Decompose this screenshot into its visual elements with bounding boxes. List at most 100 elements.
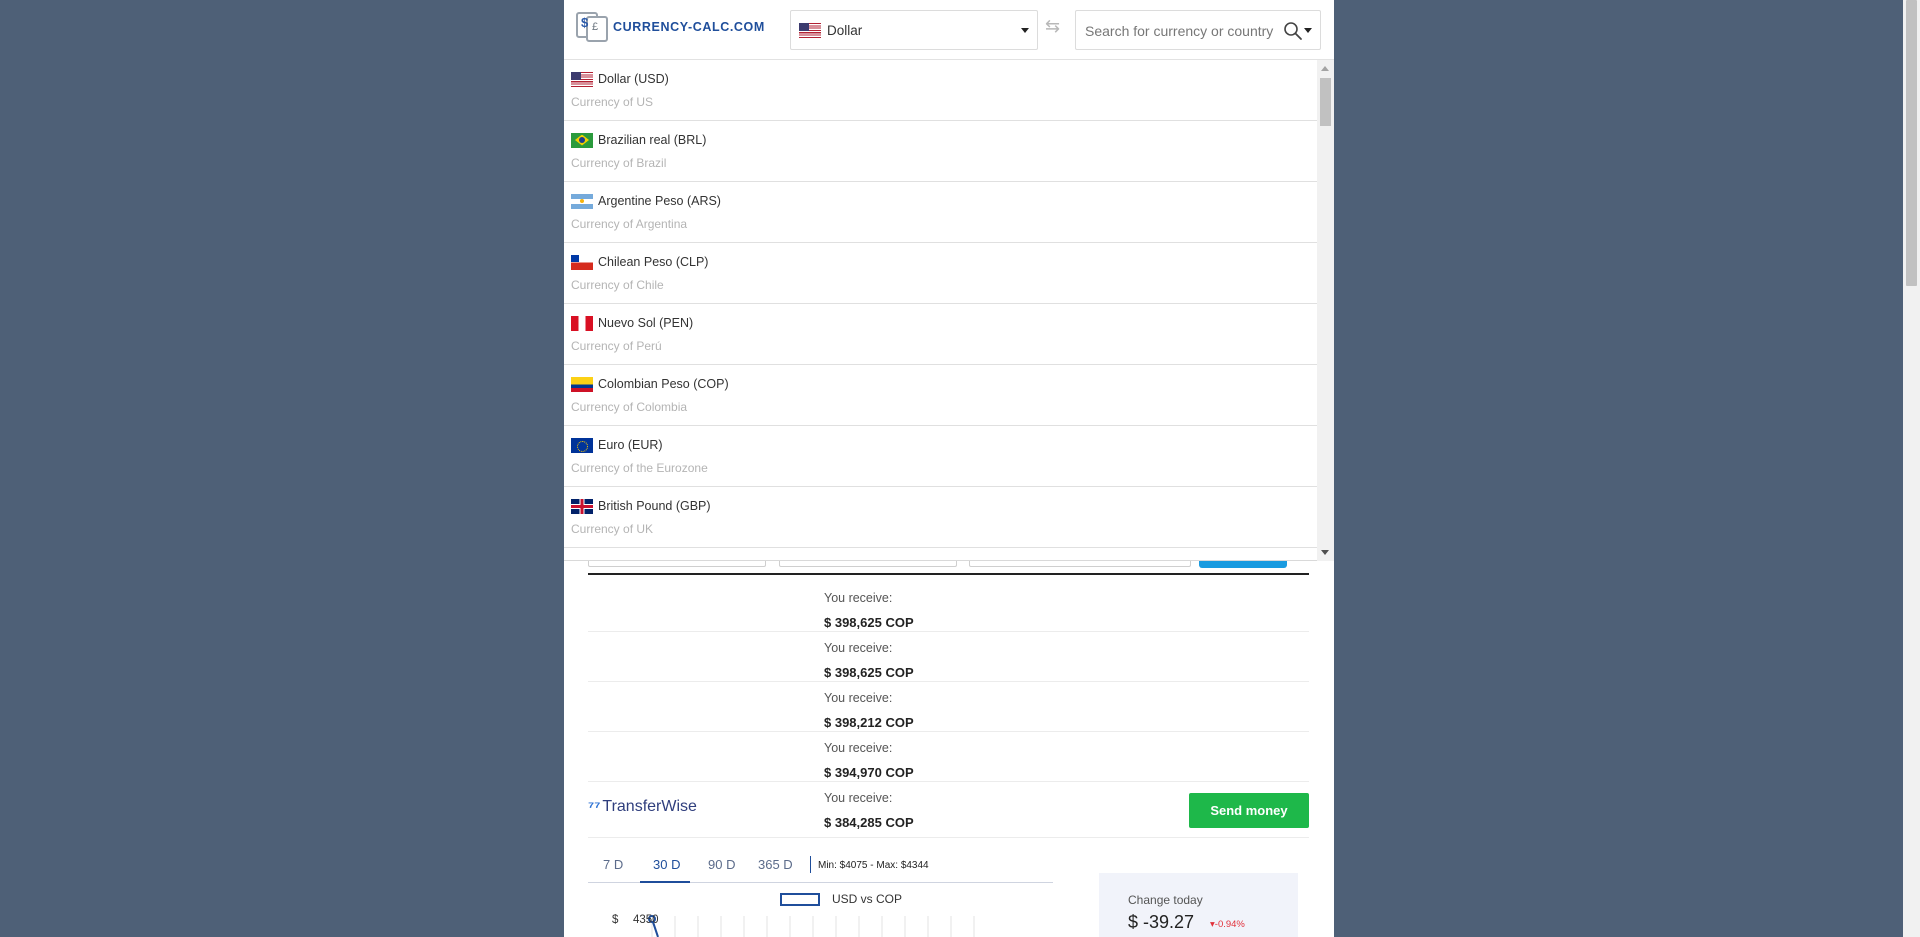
- dropdown-scrollbar-thumb[interactable]: [1320, 78, 1331, 126]
- tab-365d[interactable]: 365 D: [758, 857, 793, 872]
- currency-option-row: British Pound (GBP): [571, 497, 1311, 515]
- co-flag-icon: [571, 376, 593, 392]
- logo-text: CURRENCY-CALC.COM: [613, 20, 765, 34]
- currency-option-country: Currency of Argentina: [571, 217, 688, 231]
- legend-label: USD vs COP: [832, 892, 903, 906]
- currency-option-name: Colombian Peso (COP): [598, 377, 729, 391]
- currency-select[interactable]: Dollar: [790, 10, 1038, 50]
- tab-30d[interactable]: 30 D: [653, 857, 680, 872]
- currency-search-input[interactable]: [1085, 20, 1285, 42]
- y-tick-label: 4350: [633, 914, 659, 926]
- chevron-down-icon: [1021, 28, 1029, 33]
- currency-option-clipped[interactable]: [564, 548, 1317, 561]
- receive-amount: $ 398,625 COP: [824, 665, 914, 680]
- receive-amount: $ 384,285 COP: [824, 815, 914, 830]
- currency-option-country: Currency of Perú: [571, 339, 662, 353]
- eu-flag-icon: [571, 437, 593, 453]
- change-percent-text: -0.94%: [1214, 919, 1245, 930]
- amount-input-edge[interactable]: [588, 561, 766, 567]
- change-today-label: Change today: [1128, 893, 1203, 907]
- logo-icon: $ £: [576, 12, 610, 42]
- receive-amount: $ 398,212 COP: [824, 715, 914, 730]
- site-logo[interactable]: $ £ CURRENCY-CALC.COM: [576, 12, 765, 42]
- cl-flag-icon: [571, 254, 593, 270]
- page-column: $£ CURRENCY-CALC.COM Dollar ⇆ Dollar (US…: [564, 0, 1334, 937]
- currency-search-box[interactable]: [1075, 10, 1321, 50]
- currency-option-row: Nuevo Sol (PEN): [571, 314, 1311, 332]
- swap-arrows-icon[interactable]: ⇆: [1045, 17, 1060, 35]
- currency-select-value: Dollar: [827, 22, 863, 38]
- scroll-up-arrow-icon[interactable]: [1321, 66, 1329, 71]
- currency-option[interactable]: British Pound (GBP) Currency of UK: [564, 487, 1317, 548]
- currency-option-row: Dollar (USD): [571, 70, 1311, 88]
- result-row: You receive: $ 398,625 COP: [588, 633, 1309, 682]
- receive-amount: $ 394,970 COP: [824, 765, 914, 780]
- gb-flag-icon: [571, 498, 593, 514]
- change-today-percent: ▾-0.94%: [1210, 919, 1245, 930]
- currency-option-row: Argentine Peso (ARS): [571, 192, 1311, 210]
- change-today-card: Change today $ -39.27 ▾-0.94%: [1099, 873, 1298, 937]
- window-scrollbar-thumb[interactable]: [1906, 0, 1917, 286]
- chevron-down-icon[interactable]: [1304, 28, 1312, 33]
- currency-option[interactable]: Argentine Peso (ARS) Currency of Argentin…: [564, 182, 1317, 243]
- currency-option-name: British Pound (GBP): [598, 499, 711, 513]
- transferwise-icon: ⁷⁷: [588, 798, 601, 816]
- receive-label: You receive:: [824, 791, 893, 805]
- converter-inputs-remnant: [564, 561, 1334, 569]
- us-flag-icon: [799, 22, 821, 38]
- tab-7d[interactable]: 7 D: [603, 857, 623, 872]
- legend-swatch[interactable]: [780, 893, 820, 906]
- currency-option-name: Dollar (USD): [598, 72, 669, 86]
- result-row: You receive: $ 398,212 COP: [588, 683, 1309, 732]
- transferwise-logo[interactable]: ⁷⁷ TransferWise: [588, 798, 697, 816]
- dropdown-scrollbar[interactable]: [1317, 60, 1334, 561]
- from-select-edge[interactable]: [779, 561, 957, 567]
- us-flag-icon: [571, 71, 593, 87]
- currency-option-name: Euro (EUR): [598, 438, 663, 452]
- to-select-edge[interactable]: [969, 561, 1191, 567]
- currency-option-country: Currency of Chile: [571, 278, 664, 292]
- currency-option-country: Currency of Colombia: [571, 400, 688, 414]
- table-divider: [588, 573, 1309, 575]
- currency-option-country: Currency of the Eurozone: [571, 461, 708, 475]
- send-money-button[interactable]: Send money: [1189, 793, 1309, 828]
- currency-option-name: Nuevo Sol (PEN): [598, 316, 694, 330]
- currency-option-name: Chilean Peso (CLP): [598, 255, 709, 269]
- currency-options: Dollar (USD) Currency of US Brazilian real…: [564, 60, 1317, 561]
- change-today-value: $ -39.27: [1128, 912, 1195, 932]
- currency-option-row: Colombian Peso (COP): [571, 375, 1311, 393]
- receive-amount: $ 398,625 COP: [824, 615, 914, 630]
- currency-option-row: Brazilian real (BRL): [571, 131, 1311, 149]
- convert-button-edge[interactable]: [1199, 561, 1287, 568]
- min-max-label: Min: $4075 - Max: $4344: [818, 860, 929, 871]
- currency-option[interactable]: Nuevo Sol (PEN) Currency of Perú: [564, 304, 1317, 365]
- currency-option-country: Currency of UK: [571, 522, 654, 536]
- br-flag-icon: [571, 132, 593, 148]
- scroll-down-arrow-icon[interactable]: [1321, 550, 1329, 555]
- rate-chart: USD vs COP $ 4350: [588, 883, 1053, 937]
- chart-canvas: [648, 915, 975, 937]
- range-tabs: 7 D 30 D 90 D 365 D Min: $4075 - Max: $4…: [588, 851, 1053, 883]
- currency-option-row: Euro (EUR): [571, 436, 1311, 454]
- currency-option-country: Currency of Brazil: [571, 156, 667, 170]
- currency-option[interactable]: Chilean Peso (CLP) Currency of Chile: [564, 243, 1317, 304]
- search-icon[interactable]: [1283, 21, 1303, 41]
- currency-option[interactable]: Dollar (USD) Currency of US: [564, 60, 1317, 121]
- result-row: You receive: $ 394,970 COP: [588, 733, 1309, 782]
- tab-90d[interactable]: 90 D: [708, 857, 735, 872]
- currency-option[interactable]: Brazilian real (BRL) Currency of Brazil: [564, 121, 1317, 182]
- window-scrollbar[interactable]: [1903, 0, 1920, 937]
- pe-flag-icon: [571, 315, 593, 331]
- currency-option[interactable]: Euro (EUR) Currency of the Eurozone: [564, 426, 1317, 487]
- result-row: You receive: $ 384,285 COP ⁷⁷ TransferWise S…: [588, 783, 1309, 838]
- receive-label: You receive:: [824, 641, 893, 655]
- y-tick-currency: $: [612, 914, 619, 926]
- provider-name: TransferWise: [602, 798, 697, 815]
- currency-option-row: Chilean Peso (CLP): [571, 253, 1311, 271]
- ar-flag-icon: [571, 193, 593, 209]
- currency-option-name: Argentine Peso (ARS): [598, 194, 721, 208]
- currency-option[interactable]: Colombian Peso (COP) Currency of Colombia: [564, 365, 1317, 426]
- currency-option-country: Currency of US: [571, 95, 654, 109]
- currency-dropdown-list: Dollar (USD) Currency of US Brazilian real…: [564, 60, 1334, 561]
- receive-label: You receive:: [824, 691, 893, 705]
